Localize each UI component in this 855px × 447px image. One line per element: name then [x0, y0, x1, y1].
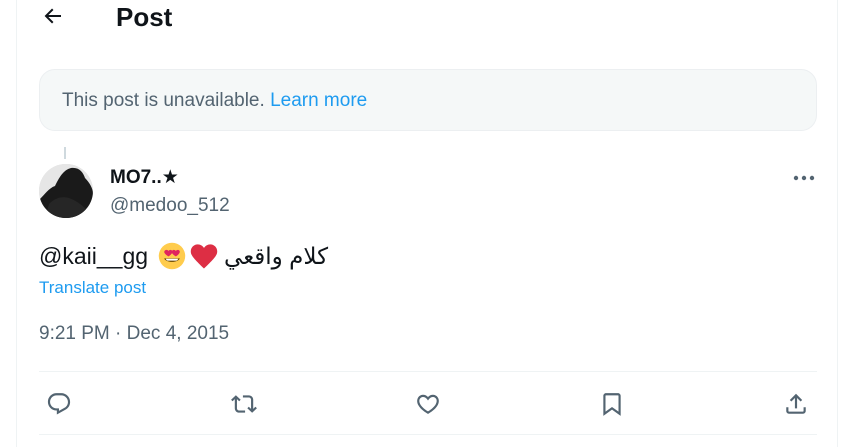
- back-button[interactable]: [39, 2, 67, 30]
- display-name[interactable]: MO7..★: [110, 166, 179, 190]
- thread-connector: [64, 147, 66, 159]
- more-options-button[interactable]: [787, 166, 821, 190]
- heart-eyes-emoji: [158, 242, 186, 270]
- bookmark-button[interactable]: [597, 389, 627, 419]
- repost-button[interactable]: [229, 389, 259, 419]
- avatar[interactable]: [39, 164, 93, 218]
- divider: [39, 371, 817, 372]
- page-title: Post: [116, 2, 173, 32]
- more-dots-icon: [793, 175, 815, 181]
- notice-text: This post is unavailable.: [62, 90, 265, 111]
- unavailable-notice: This post is unavailable. Learn more: [39, 69, 817, 131]
- share-icon: [786, 393, 806, 414]
- user-handle[interactable]: @medoo_512: [110, 194, 230, 218]
- post-timestamp[interactable]: 9:21 PM · Dec 4, 2015: [39, 321, 229, 347]
- mention-link[interactable]: @kaii__gg: [39, 240, 148, 272]
- learn-more-link[interactable]: Learn more: [270, 90, 367, 111]
- arabic-post-text: كلام واقعي: [224, 243, 329, 269]
- repost-icon: [231, 395, 257, 413]
- arrow-left-icon: [44, 8, 61, 24]
- post-text: @kaii__gg كلام واقعي: [39, 240, 328, 272]
- bookmark-icon: [603, 393, 621, 416]
- divider: [39, 434, 817, 435]
- like-icon: [417, 394, 439, 414]
- reply-icon: [47, 393, 71, 415]
- red-heart-emoji: [190, 244, 218, 269]
- like-button[interactable]: [413, 389, 443, 419]
- share-button[interactable]: [781, 389, 811, 419]
- avatar-image: [39, 164, 93, 218]
- post-column: Post This post is unavailable. Learn mor…: [16, 0, 838, 447]
- reply-button[interactable]: [44, 389, 74, 419]
- translate-post-link[interactable]: Translate post: [39, 277, 146, 299]
- page-header: Post: [17, 0, 837, 36]
